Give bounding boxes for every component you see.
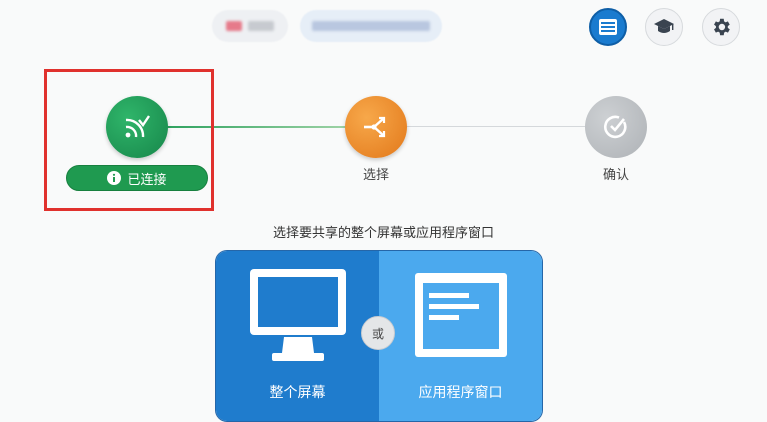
step-confirm-label: 确认	[602, 168, 629, 183]
app-window-label: 应用程序窗口	[418, 385, 503, 401]
highlight-annotation-box	[44, 69, 214, 211]
app-window-option[interactable]: 应用程序窗口	[379, 251, 542, 421]
entire-screen-option[interactable]: 整个屏幕	[216, 251, 379, 421]
step-confirm	[585, 96, 647, 158]
share-arrows-icon	[364, 116, 386, 138]
monitor-icon	[250, 269, 346, 361]
meeting-info-redacted	[300, 10, 442, 42]
graduation-cap-icon	[654, 19, 674, 33]
step-select-label: 选择	[362, 168, 389, 183]
list-menu-icon	[599, 19, 617, 35]
share-prompt: 选择要共享的整个屏幕或应用程序窗口	[272, 226, 494, 241]
settings-button[interactable]	[702, 8, 740, 46]
step-select	[345, 96, 407, 158]
entire-screen-label: 整个屏幕	[269, 385, 326, 401]
app-window-icon	[415, 273, 507, 357]
learning-button[interactable]	[645, 8, 683, 46]
or-separator: 或	[361, 316, 395, 350]
user-info-redacted	[212, 10, 288, 42]
check-circle-icon	[604, 115, 627, 139]
step-connector-2	[406, 126, 586, 127]
gear-icon	[714, 18, 730, 36]
list-menu-button[interactable]	[589, 8, 627, 46]
